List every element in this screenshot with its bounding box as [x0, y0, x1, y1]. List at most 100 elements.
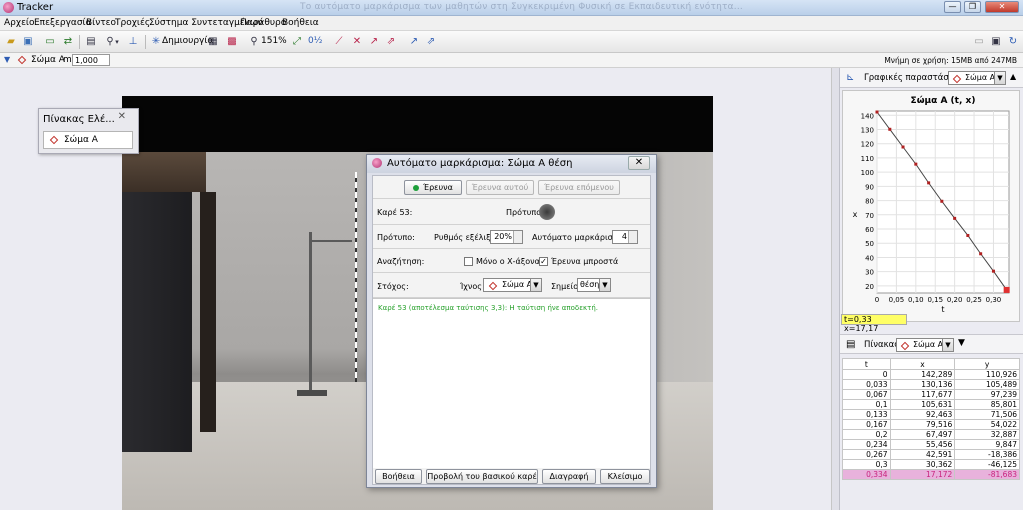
table-cell[interactable]: 0,267: [842, 449, 891, 460]
close-button[interactable]: ✕: [985, 1, 1019, 13]
table-cell[interactable]: 117,677: [889, 389, 956, 400]
table-row[interactable]: 0 142,289 110,926: [842, 369, 1020, 380]
vector-sum-icon[interactable]: ⇗: [384, 35, 398, 49]
help-button[interactable]: Βοήθεια: [375, 469, 422, 484]
angle-units-button[interactable]: 0½: [308, 36, 322, 46]
table-cell[interactable]: 0,334: [842, 469, 891, 480]
table-cell[interactable]: 32,887: [954, 429, 1020, 440]
table-row[interactable]: 0,234 55,456 9,847: [842, 439, 1020, 450]
track-control-item[interactable]: Σώμα Α: [43, 131, 133, 149]
table-row[interactable]: 0,033 130,136 105,489: [842, 379, 1020, 390]
table-cell[interactable]: 0,167: [842, 419, 891, 430]
table-cell[interactable]: 105,631: [889, 399, 956, 410]
menu-window[interactable]: Παράθυρο: [240, 18, 286, 28]
track-menu-icon[interactable]: ▼: [4, 55, 10, 64]
autotrack-icon[interactable]: ⤢: [290, 35, 304, 49]
table-row[interactable]: 0,2 67,497 32,887: [842, 429, 1020, 440]
table-row[interactable]: 0,334 17,172 -81,683: [842, 469, 1020, 480]
minimize-button[interactable]: —: [944, 1, 961, 13]
table-cell[interactable]: 0,033: [842, 379, 891, 390]
calibration-dropdown-icon[interactable]: ▾: [113, 35, 121, 49]
mass-field[interactable]: 1,000: [72, 54, 110, 66]
table-track-select[interactable]: Σώμα Α ▼: [896, 338, 954, 352]
table-row[interactable]: 0,1 105,631 85,801: [842, 399, 1020, 410]
close-dialog-button[interactable]: Κλείσιμο: [600, 469, 650, 484]
divider-scrollbar[interactable]: [832, 68, 839, 510]
axes-icon[interactable]: ⊥: [126, 35, 140, 49]
clip-settings-icon[interactable]: ▤: [84, 35, 98, 49]
zoom-icon[interactable]: ⚲: [247, 35, 261, 49]
table-cell[interactable]: -81,683: [954, 469, 1020, 480]
table-cell[interactable]: 0,1: [842, 399, 891, 410]
refresh-icon[interactable]: ↻: [1006, 35, 1020, 49]
table-cell[interactable]: 67,497: [889, 429, 956, 440]
chart-svg[interactable]: Σώμα Α (t, x) 20 30 40 50 60 70 80 90 100 110 120 13…: [843, 91, 1019, 321]
graph-track-select[interactable]: Σώμα Α ▼: [948, 71, 1006, 85]
track-select[interactable]: Σώμα Α ▼: [483, 278, 542, 292]
table-cell[interactable]: 71,506: [954, 409, 1020, 420]
auto-mark-spinner[interactable]: 4: [612, 230, 638, 244]
table-row[interactable]: 0,3 30,362 -46,125: [842, 459, 1020, 470]
table-row[interactable]: 0,167 79,516 54,022: [842, 419, 1020, 430]
column-header[interactable]: x: [889, 358, 956, 370]
table-cell[interactable]: -18,386: [954, 449, 1020, 460]
table-cell[interactable]: 97,239: [954, 389, 1020, 400]
point-select[interactable]: θέση ▼: [577, 278, 611, 292]
zoom-level[interactable]: 151%: [261, 36, 287, 46]
table-cell[interactable]: 0,234: [842, 439, 891, 450]
search-next-button[interactable]: Έρευνα επόμενου: [538, 180, 620, 195]
table-cell[interactable]: 17,172: [889, 469, 956, 480]
table-cell[interactable]: 0,067: [842, 389, 891, 400]
vector-icon[interactable]: ↗: [367, 35, 381, 49]
show-keyframe-button[interactable]: Προβολή του βασικού καρέ: [426, 469, 538, 484]
column-header[interactable]: t: [842, 358, 891, 370]
delete-button[interactable]: Διαγραφή: [542, 469, 596, 484]
menu-help[interactable]: Βοήθεια: [282, 18, 319, 28]
table-cell[interactable]: 9,847: [954, 439, 1020, 450]
look-ahead-checkbox[interactable]: ✓: [539, 257, 548, 266]
table-cell[interactable]: -46,125: [954, 459, 1020, 470]
open-folder-icon[interactable]: ▰: [4, 35, 18, 49]
graph-scroll-icon[interactable]: ▲: [1010, 72, 1016, 81]
track-name[interactable]: Σώμα Α: [31, 55, 65, 65]
table-cell[interactable]: 55,456: [889, 439, 956, 450]
table-cell[interactable]: 142,289: [889, 369, 956, 380]
evolution-rate-spinner[interactable]: 20%: [490, 230, 523, 244]
line-profile-icon[interactable]: ⟋: [332, 35, 346, 49]
menu-video[interactable]: Βίντεο: [86, 18, 116, 28]
menu-edit[interactable]: Επεξεργασία: [34, 18, 92, 28]
tracks-display-icon[interactable]: ▦: [206, 35, 220, 49]
table-cell[interactable]: 105,489: [954, 379, 1020, 390]
save-icon[interactable]: ▣: [21, 35, 35, 49]
close-icon[interactable]: ✕: [118, 111, 126, 122]
point-mass-icon[interactable]: ✕: [350, 35, 364, 49]
export-icon[interactable]: ⇄: [61, 35, 75, 49]
data-table[interactable]: t x y 0 142,289 110,926 0,033 130,136 105,489…: [842, 358, 1020, 480]
notes-icon[interactable]: ▭: [972, 35, 986, 49]
table-cell[interactable]: 85,801: [954, 399, 1020, 410]
dialog-close-icon[interactable]: ✕: [628, 156, 650, 170]
table-cell[interactable]: 42,591: [889, 449, 956, 460]
graph-title[interactable]: Γραφικές παραστάσεις: [864, 73, 961, 83]
table-row[interactable]: 0,133 92,463 71,506: [842, 409, 1020, 420]
acceleration-icon[interactable]: ⇗: [424, 35, 438, 49]
table-cell[interactable]: 54,022: [954, 419, 1020, 430]
column-header[interactable]: y: [954, 358, 1020, 370]
table-menu-icon[interactable]: ▼: [958, 338, 965, 348]
velocity-icon[interactable]: ↗: [407, 35, 421, 49]
table-row[interactable]: 0,067 117,677 97,239: [842, 389, 1020, 400]
table-cell[interactable]: 30,362: [889, 459, 956, 470]
menu-file[interactable]: Αρχείο: [4, 18, 35, 28]
maximize-button[interactable]: ❐: [964, 1, 981, 13]
open-video-icon[interactable]: ▭: [43, 35, 57, 49]
trails-icon[interactable]: ▩: [225, 35, 239, 49]
search-this-button[interactable]: Έρευνα αυτού: [466, 180, 534, 195]
graph-plot[interactable]: Σώμα Α (t, x) 20 30 40 50 60 70 80 90 100 110 120 13…: [842, 90, 1020, 322]
table-cell[interactable]: 0: [842, 369, 891, 380]
table-cell[interactable]: 110,926: [954, 369, 1020, 380]
table-row[interactable]: 0,267 42,591 -18,386: [842, 449, 1020, 460]
table-cell[interactable]: 0,2: [842, 429, 891, 440]
menu-tracks[interactable]: Τροχιές: [115, 18, 150, 28]
table-icon[interactable]: ▤: [846, 339, 855, 350]
table-title[interactable]: Πίνακας: [864, 340, 899, 350]
